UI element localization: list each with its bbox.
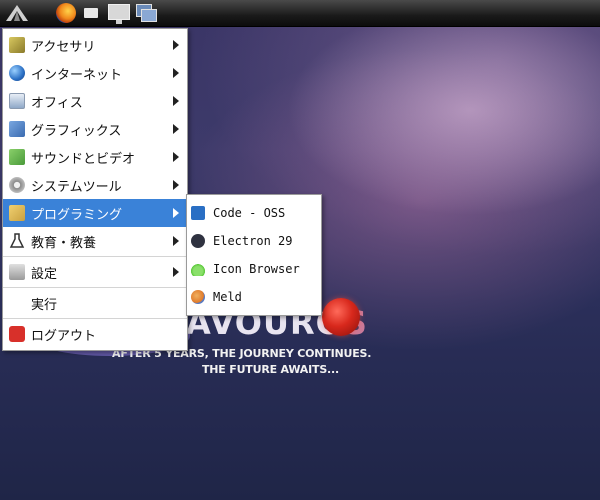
tagline-line-2: THE FUTURE AWAITS...: [202, 363, 339, 376]
menu-item-system-tools[interactable]: システムツール: [3, 171, 187, 199]
submenu-item-label: Electron 29: [213, 234, 293, 248]
menu-item-label: グラフィックス: [31, 123, 122, 139]
submenu-item-label: Code - OSS: [213, 206, 286, 220]
menu-item-label: プログラミング: [31, 207, 123, 223]
menu-item-education[interactable]: 教育・教養: [3, 227, 187, 255]
submenu-item-label: Meld: [213, 290, 242, 304]
menu-item-office[interactable]: オフィス: [3, 87, 187, 115]
programming-icon: [9, 205, 25, 221]
gear-icon: [9, 177, 25, 193]
menu-item-logout[interactable]: ログアウト: [3, 320, 187, 348]
menu-item-label: 教育・教養: [31, 235, 97, 251]
submenu-arrow-icon: [173, 124, 179, 134]
taskbar: [0, 0, 600, 27]
menu-item-label: アクセサリ: [31, 39, 96, 55]
menu-item-programming[interactable]: プログラミング: [3, 199, 187, 227]
code-oss-icon: [191, 206, 205, 220]
menu-item-label: システムツール: [31, 179, 122, 195]
menu-item-label: オフィス: [31, 95, 83, 111]
firefox-icon[interactable]: [56, 3, 76, 23]
accessories-icon: [9, 37, 25, 53]
submenu-arrow-icon: [173, 180, 179, 190]
programming-submenu: Code - OSS Electron 29 Icon Browser Meld: [186, 194, 322, 316]
submenu-arrow-icon: [173, 40, 179, 50]
submenu-item-meld[interactable]: Meld: [187, 283, 321, 311]
planet-graphic: [322, 298, 360, 336]
settings-icon: [9, 264, 25, 280]
submenu-arrow-icon: [173, 152, 179, 162]
submenu-item-electron[interactable]: Electron 29: [187, 227, 321, 255]
menu-separator: [3, 256, 187, 257]
monitor-icon[interactable]: [108, 4, 130, 24]
start-menu-icon[interactable]: [4, 3, 30, 23]
menu-item-accessories[interactable]: アクセサリ: [3, 31, 187, 59]
submenu-arrow-icon: [173, 96, 179, 106]
menu-item-run[interactable]: 実行: [3, 289, 187, 317]
menu-item-settings[interactable]: 設定: [3, 258, 187, 286]
submenu-arrow-icon: [173, 68, 179, 78]
globe-icon: [9, 65, 25, 81]
menu-item-sound-video[interactable]: サウンドとビデオ: [3, 143, 187, 171]
menu-separator: [3, 318, 187, 319]
submenu-arrow-icon: [173, 267, 179, 277]
submenu-item-icon-browser[interactable]: Icon Browser: [187, 255, 321, 283]
meld-icon: [191, 290, 205, 304]
submenu-arrow-icon: [173, 208, 179, 218]
flask-icon: [9, 233, 25, 248]
file-manager-icon[interactable]: [84, 8, 98, 18]
windows-icon[interactable]: [136, 4, 157, 22]
electron-icon: [191, 234, 205, 248]
menu-item-label: 実行: [31, 297, 58, 313]
submenu-item-label: Icon Browser: [213, 262, 300, 276]
application-menu: アクセサリ インターネット オフィス グラフィックス サウンドとビデオ システム…: [2, 28, 188, 351]
icon-browser-icon: [191, 262, 205, 276]
menu-separator: [3, 287, 187, 288]
submenu-item-code-oss[interactable]: Code - OSS: [187, 199, 321, 227]
menu-item-label: ログアウト: [31, 328, 97, 344]
menu-item-label: 設定: [31, 266, 58, 282]
submenu-arrow-icon: [173, 236, 179, 246]
menu-item-label: サウンドとビデオ: [31, 151, 136, 167]
graphics-icon: [9, 121, 25, 137]
document-icon: [9, 93, 25, 109]
power-icon: [9, 326, 25, 342]
music-icon: [9, 149, 25, 165]
menu-item-label: インターネット: [31, 67, 123, 83]
menu-item-internet[interactable]: インターネット: [3, 59, 187, 87]
menu-item-graphics[interactable]: グラフィックス: [3, 115, 187, 143]
